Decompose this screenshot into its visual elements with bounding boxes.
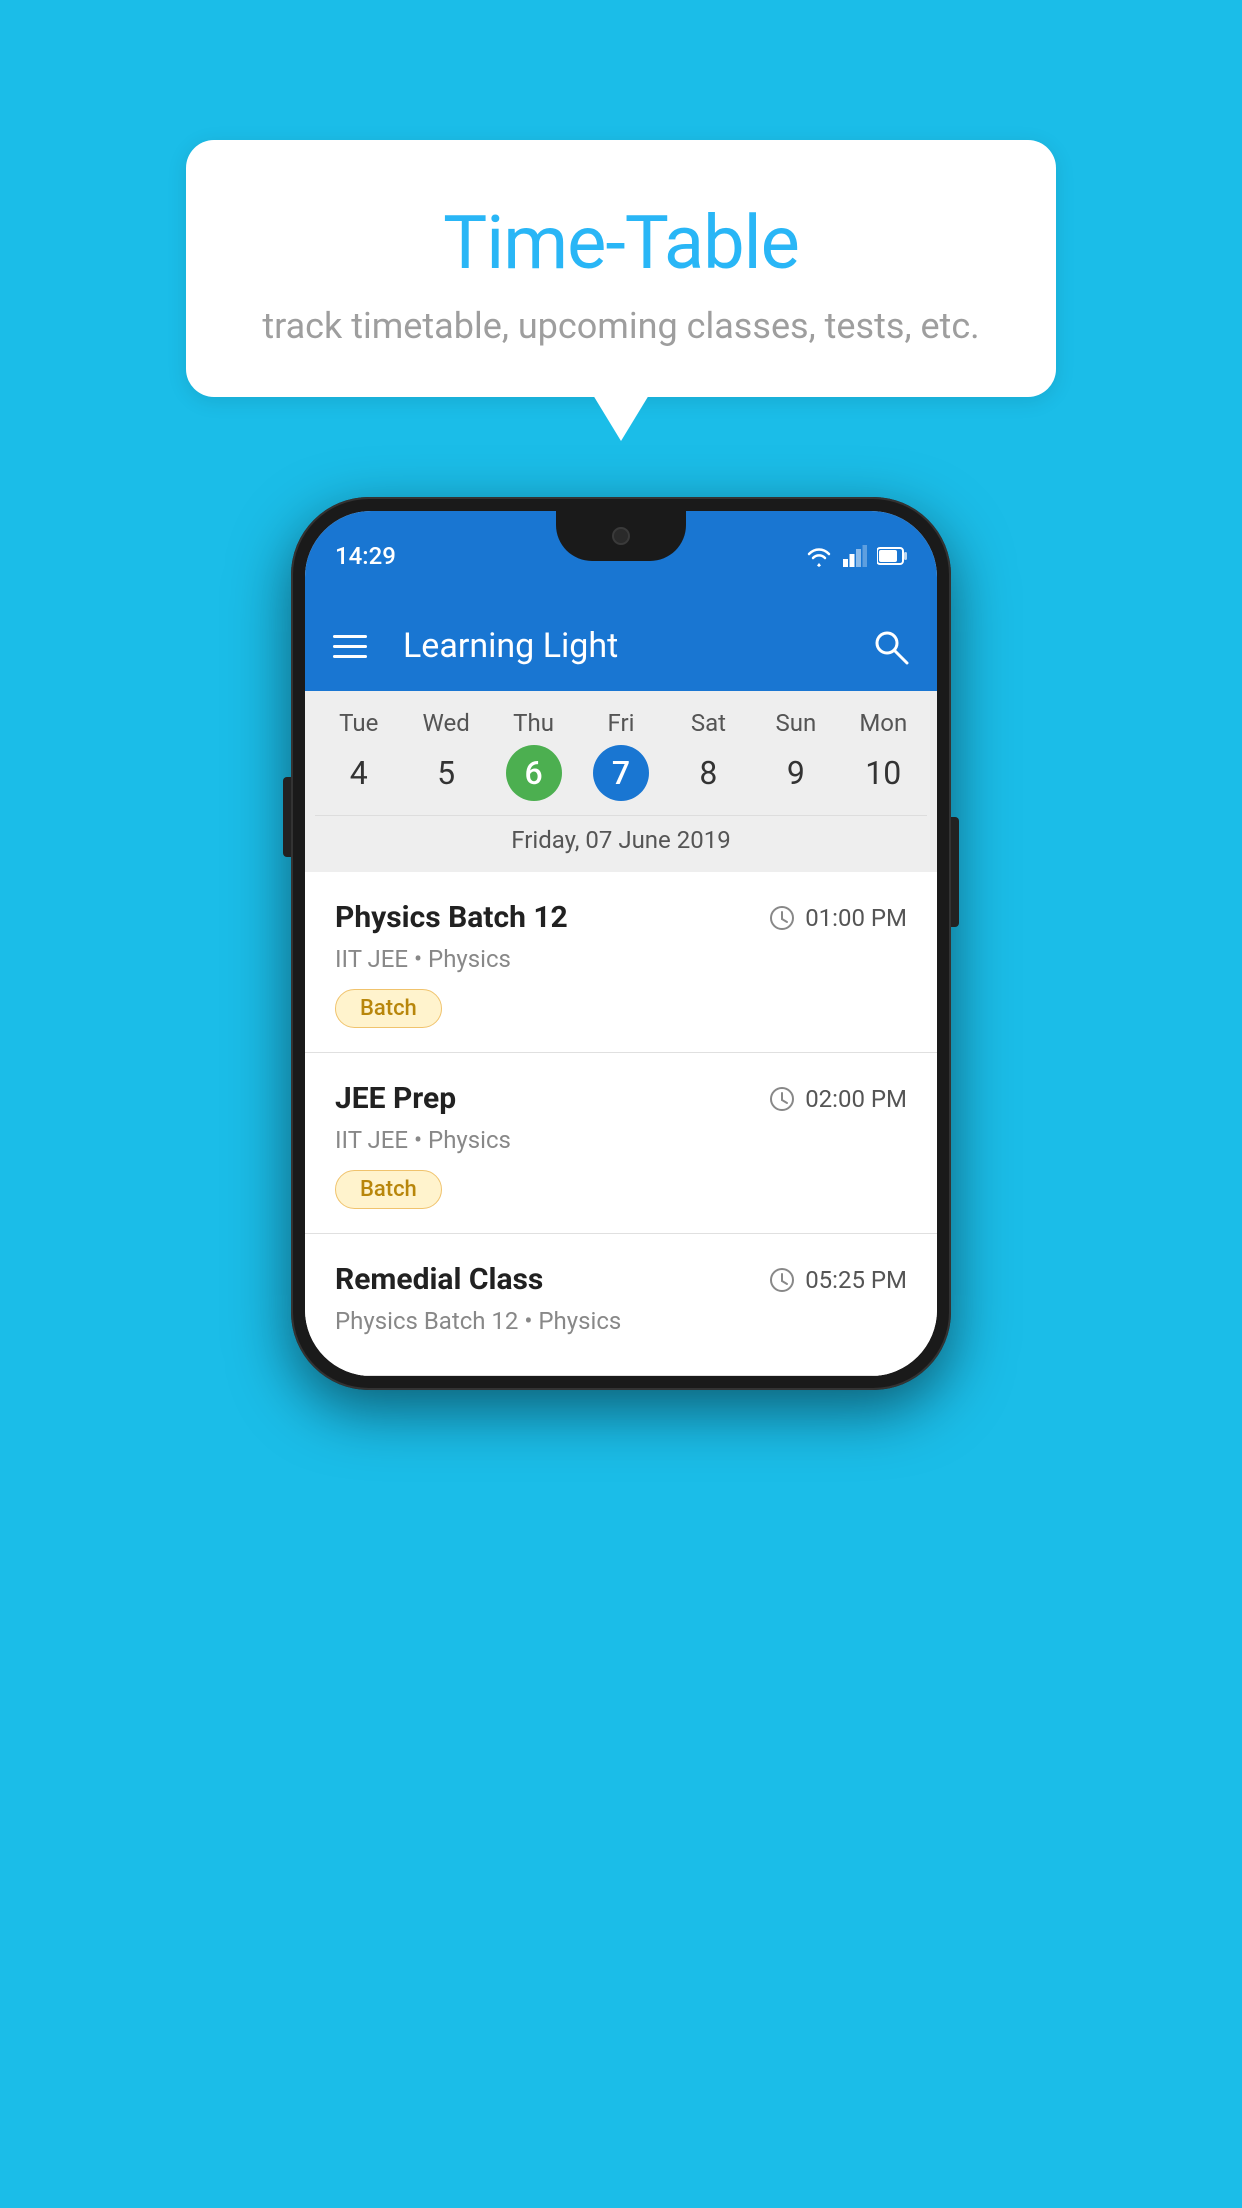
- schedule-item-1-time-text: 01:00 PM: [805, 904, 907, 932]
- schedule-item-1-meta: IIT JEE • Physics: [335, 945, 907, 973]
- search-icon[interactable]: [871, 627, 909, 665]
- clock-icon-1: [769, 905, 795, 931]
- day-header-sun: Sun: [752, 709, 839, 737]
- day-header-tue: Tue: [315, 709, 402, 737]
- phone-mockup: 14:29: [291, 497, 951, 1390]
- schedule-item-1[interactable]: Physics Batch 12 01:00 PM IIT JEE • Phys…: [305, 872, 937, 1053]
- day-header-sat: Sat: [665, 709, 752, 737]
- status-icons: [805, 545, 907, 567]
- day-4[interactable]: 4: [315, 745, 402, 801]
- notch-cutout: [556, 511, 686, 561]
- clock-icon-3: [769, 1267, 795, 1293]
- camera-dot: [612, 527, 630, 545]
- app-bar: Learning Light: [305, 601, 937, 691]
- app-bar-title: Learning Light: [403, 626, 851, 666]
- tooltip-subtitle: track timetable, upcoming classes, tests…: [236, 305, 1006, 347]
- schedule-item-3-meta: Physics Batch 12 • Physics: [335, 1307, 907, 1335]
- battery-icon: [877, 546, 907, 566]
- day-10[interactable]: 10: [840, 745, 927, 801]
- day-header-wed: Wed: [402, 709, 489, 737]
- day-header-fri: Fri: [577, 709, 664, 737]
- schedule-item-2-title: JEE Prep: [335, 1081, 456, 1116]
- schedule-item-2-header: JEE Prep 02:00 PM: [335, 1081, 907, 1116]
- phone-screen: 14:29: [305, 511, 937, 1376]
- schedule-list: Physics Batch 12 01:00 PM IIT JEE • Phys…: [305, 872, 937, 1376]
- day-8[interactable]: 8: [665, 745, 752, 801]
- schedule-item-1-title: Physics Batch 12: [335, 900, 568, 935]
- schedule-item-2-time: 02:00 PM: [769, 1085, 907, 1113]
- phone-outer: 14:29: [291, 497, 951, 1390]
- schedule-item-3[interactable]: Remedial Class 05:25 PM Physics Batch 12…: [305, 1234, 937, 1376]
- day-numbers: 4 5 6 7 8 9 10: [315, 745, 927, 815]
- schedule-item-1-time: 01:00 PM: [769, 904, 907, 932]
- schedule-item-2[interactable]: JEE Prep 02:00 PM IIT JEE • Physics Batc…: [305, 1053, 937, 1234]
- schedule-item-3-title: Remedial Class: [335, 1262, 543, 1297]
- day-6-today[interactable]: 6: [506, 745, 562, 801]
- calendar-strip: Tue Wed Thu Fri Sat Sun Mon 4 5 6 7 8 9 …: [305, 691, 937, 872]
- schedule-item-2-time-text: 02:00 PM: [805, 1085, 907, 1113]
- clock-icon-2: [769, 1086, 795, 1112]
- schedule-item-2-badge: Batch: [335, 1170, 442, 1209]
- tooltip-title: Time-Table: [236, 200, 1006, 287]
- day-7-selected[interactable]: 7: [593, 745, 649, 801]
- tooltip-card: Time-Table track timetable, upcoming cla…: [186, 140, 1056, 397]
- status-bar: 14:29: [305, 511, 937, 601]
- hamburger-menu-icon[interactable]: [333, 635, 367, 658]
- day-9[interactable]: 9: [752, 745, 839, 801]
- selected-date-label: Friday, 07 June 2019: [315, 815, 927, 872]
- wifi-icon: [805, 545, 833, 567]
- schedule-item-3-time: 05:25 PM: [769, 1266, 907, 1294]
- status-time: 14:29: [335, 542, 396, 570]
- schedule-item-3-time-text: 05:25 PM: [805, 1266, 907, 1294]
- schedule-item-2-meta: IIT JEE • Physics: [335, 1126, 907, 1154]
- day-header-thu: Thu: [490, 709, 577, 737]
- schedule-item-1-badge: Batch: [335, 989, 442, 1028]
- schedule-item-3-header: Remedial Class 05:25 PM: [335, 1262, 907, 1297]
- day-header-mon: Mon: [840, 709, 927, 737]
- day-headers: Tue Wed Thu Fri Sat Sun Mon: [315, 709, 927, 745]
- signal-icon: [843, 545, 867, 567]
- day-5[interactable]: 5: [402, 745, 489, 801]
- schedule-item-1-header: Physics Batch 12 01:00 PM: [335, 900, 907, 935]
